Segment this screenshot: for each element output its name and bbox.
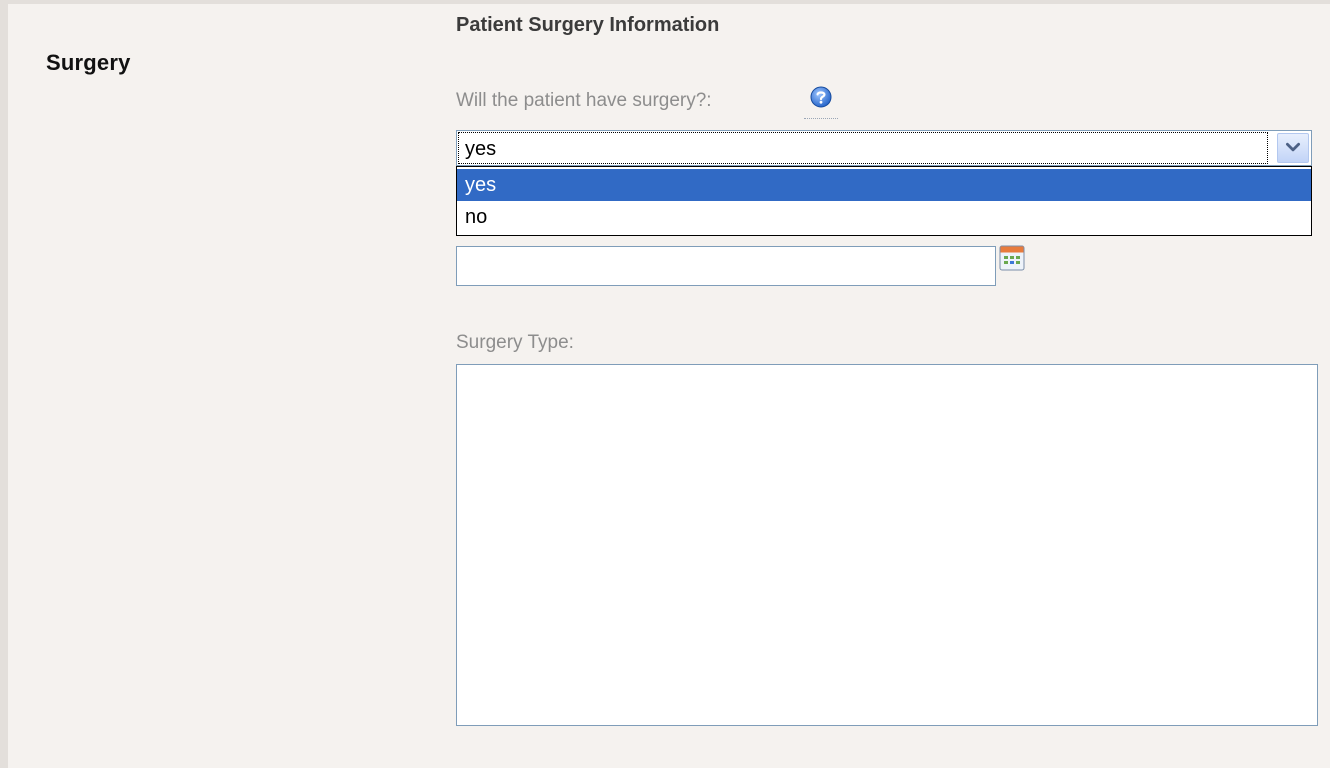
surgery-date-input[interactable] bbox=[456, 246, 996, 286]
surgery-options-list: yes no bbox=[456, 166, 1312, 236]
option-no[interactable]: no bbox=[457, 201, 1311, 233]
surgery-type-label: Surgery Type: bbox=[456, 332, 574, 353]
calendar-icon[interactable] bbox=[998, 244, 1026, 272]
option-yes[interactable]: yes bbox=[457, 169, 1311, 201]
surgery-form-panel: Surgery Patient Surgery Information Will… bbox=[0, 0, 1330, 768]
surgery-question-label: Will the patient have surgery?: bbox=[456, 90, 712, 111]
surgery-type-textarea[interactable] bbox=[456, 364, 1318, 726]
help-link-underline bbox=[804, 118, 838, 119]
surgery-select[interactable]: yes bbox=[456, 130, 1312, 166]
section-title: Surgery bbox=[46, 50, 131, 75]
question-help-icon[interactable] bbox=[810, 86, 832, 108]
selected-value: yes bbox=[465, 138, 497, 160]
form-heading: Patient Surgery Information bbox=[456, 14, 720, 36]
focus-outline bbox=[458, 132, 1268, 164]
chevron-down-icon[interactable] bbox=[1277, 133, 1309, 163]
